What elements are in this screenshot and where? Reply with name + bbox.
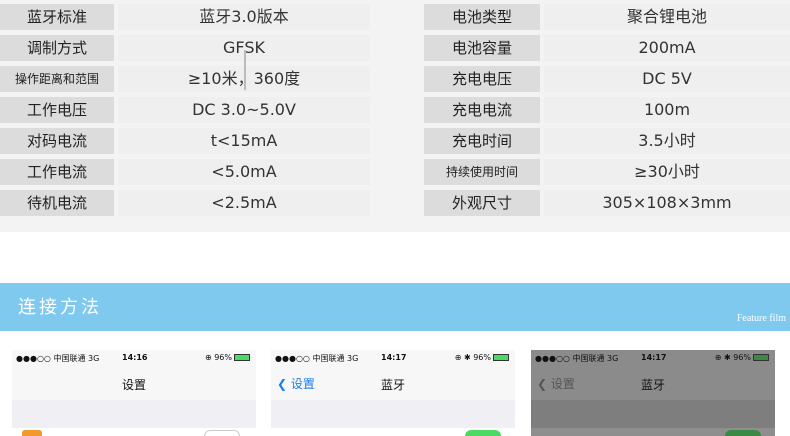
spec-value: 3.5小时 [544, 128, 790, 154]
status-time: 14:17 [381, 353, 407, 362]
spec-row: 工作电流 <5.0mA [0, 159, 370, 185]
spec-label: 待机电流 [0, 190, 114, 216]
spec-label: 电池容量 [424, 35, 540, 61]
section-gap [12, 400, 256, 428]
nav-bar: ❮ 设置 蓝牙 [531, 366, 775, 400]
status-carrier: ●●●○○ 中国联通 3G [16, 354, 100, 363]
spec-value: 蓝牙3.0版本 [118, 4, 370, 30]
spec-row: 待机电流 <2.5mA [0, 190, 370, 216]
spec-row: 调制方式 GFSK [0, 35, 370, 61]
status-carrier: ●●●○○ 中国联通 3G [535, 354, 619, 363]
nav-title: 设置 [121, 378, 146, 392]
status-battery-text: ⊕ ✱ 96% [454, 353, 491, 362]
spec-label: 对码电流 [0, 128, 114, 154]
section-gap [271, 400, 515, 428]
nav-bar: ❮ 设置 蓝牙 [271, 366, 515, 400]
bluetooth-toggle[interactable] [465, 430, 501, 436]
status-bar: ●●●○○ 中国联通 3G 14:17 ⊕ ✱ 96% [271, 350, 515, 366]
spec-row: 持续使用时间 ≥30小时 [424, 159, 790, 185]
spec-row: 充电电流 100m [424, 97, 790, 123]
spec-label: 电池类型 [424, 4, 540, 30]
status-battery-text: ⊕ 96% [204, 353, 232, 362]
spec-row: 对码电流 t<15mA [0, 128, 370, 154]
spec-value: DC 5V [544, 66, 790, 92]
status-carrier: ●●●○○ 中国联通 3G [275, 354, 359, 363]
phone-screenshot-bluetooth-dimmed: ●●●○○ 中国联通 3G 14:17 ⊕ ✱ 96% ❮ 设置 蓝牙 [531, 350, 775, 436]
spec-value: DC 3.0~5.0V [118, 97, 370, 123]
spec-section: 蓝牙标准蓝牙3.0版本 调制方式GFSK 操作距离和范围≥10米，360度 工作… [0, 0, 790, 232]
spec-row: 蓝牙标准 蓝牙3.0版本 [0, 4, 370, 30]
battery-icon [493, 354, 509, 361]
divider [244, 50, 246, 90]
spec-row: 操作距离和范围≥10米，360度 [0, 66, 370, 92]
nav-title: 蓝牙 [640, 378, 665, 392]
battery-icon [753, 354, 769, 361]
spec-label: 蓝牙标准 [0, 4, 114, 30]
status-time: 14:16 [122, 353, 148, 362]
spec-row: 充电电压 DC 5V [424, 66, 790, 92]
phone-screenshot-bluetooth: ●●●○○ 中国联通 3G 14:17 ⊕ ✱ 96% ❮ 设置 蓝牙 [271, 350, 515, 436]
spec-label: 工作电流 [0, 159, 114, 185]
spec-table-right: 电池类型 聚合锂电池 电池容量 200mA 充电电压 DC 5V 充电电流 100m 充… [424, 4, 790, 221]
status-right: ⊕ ✱ 96% [455, 353, 509, 362]
spec-label: 工作电压 [0, 97, 114, 123]
status-bar: ●●●○○ 中国联通 3G 14:17 ⊕ ✱ 96% [531, 350, 775, 366]
status-time: 14:17 [641, 353, 667, 362]
spec-value: 100m [544, 97, 790, 123]
spec-value: ≥30小时 [544, 159, 790, 185]
status-bar: ●●●○○ 中国联通 3G 14:16 ⊕ 96% [12, 350, 256, 366]
spec-row: 外观尺寸 305×108×3mm [424, 190, 790, 216]
status-right: ⊕ ✱ 96% [715, 353, 769, 362]
spec-label: 充电电压 [424, 66, 540, 92]
airplane-mode-toggle[interactable] [204, 430, 240, 436]
spec-value: <2.5mA [118, 190, 370, 216]
spec-row: 工作电压 DC 3.0~5.0V [0, 97, 370, 123]
spec-table-left: 蓝牙标准蓝牙3.0版本 调制方式GFSK 操作距离和范围≥10米，360度 工作… [0, 4, 370, 221]
spec-row: 充电时间 3.5小时 [424, 128, 790, 154]
spec-value: 200mA [544, 35, 790, 61]
banner-title: 连接方法 [18, 297, 102, 318]
spec-label: 调制方式 [0, 35, 114, 61]
phone-screenshot-settings: ●●●○○ 中国联通 3G 14:16 ⊕ 96% 设置 [12, 350, 256, 436]
nav-bar: 设置 [12, 366, 256, 400]
spec-row: 电池容量 200mA [424, 35, 790, 61]
section-gap [531, 400, 775, 428]
spec-value: <5.0mA [118, 159, 370, 185]
spec-label: 充电电流 [424, 97, 540, 123]
spec-label: 充电时间 [424, 128, 540, 154]
battery-icon [234, 354, 250, 361]
banner-subtitle: Feature film [736, 313, 786, 324]
connection-method-banner: 连接方法 Feature film [0, 283, 790, 331]
spec-label: 外观尺寸 [424, 190, 540, 216]
status-right: ⊕ 96% [205, 353, 250, 362]
spec-label: 操作距离和范围 [0, 66, 114, 92]
spec-label: 持续使用时间 [424, 159, 540, 185]
spec-value: t<15mA [118, 128, 370, 154]
spec-row: 电池类型 聚合锂电池 [424, 4, 790, 30]
bluetooth-toggle[interactable] [725, 430, 761, 436]
airplane-mode-icon [22, 430, 42, 436]
nav-title: 蓝牙 [380, 378, 405, 392]
spec-value: 305×108×3mm [544, 190, 790, 216]
status-battery-text: ⊕ ✱ 96% [714, 353, 751, 362]
spec-value: 聚合锂电池 [544, 4, 790, 30]
